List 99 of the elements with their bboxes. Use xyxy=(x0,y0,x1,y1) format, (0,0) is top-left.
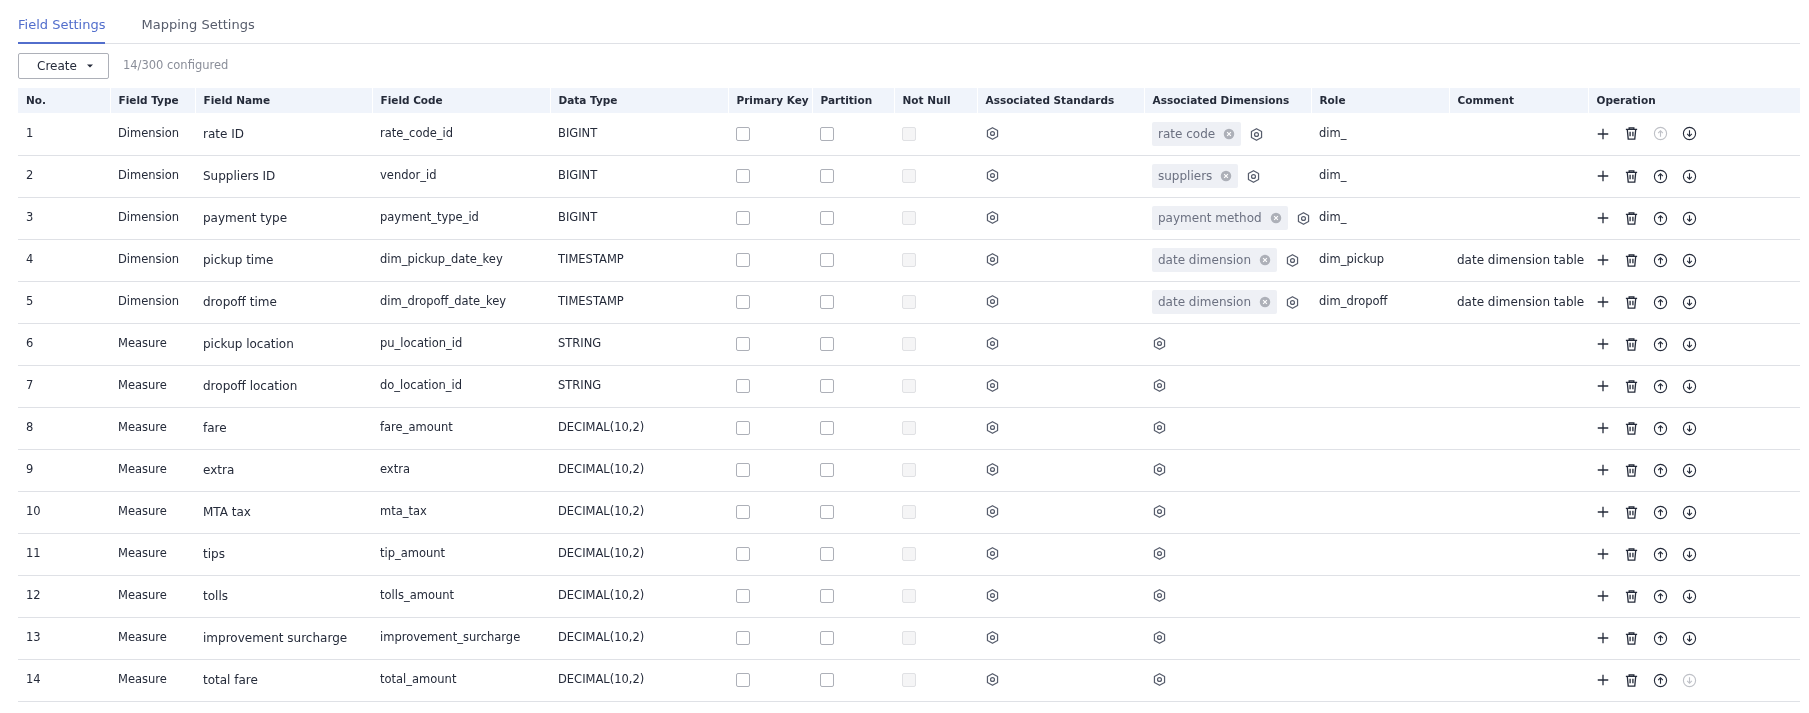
table-cell: pu_location_id xyxy=(372,323,550,365)
table-cell: 2 xyxy=(18,155,110,197)
table-cell: Dimension xyxy=(110,155,195,197)
table-cell: extra xyxy=(195,449,372,491)
table-cell: dim_ xyxy=(1311,113,1449,155)
table-cell: do_location_id xyxy=(372,365,550,407)
table-cell: 3 xyxy=(18,197,110,239)
table-cell: 13 xyxy=(18,617,110,659)
table-cell: pickup location xyxy=(195,323,372,365)
table-cell: mta_tax xyxy=(372,491,550,533)
table-cell: date dimension table xyxy=(1449,239,1588,281)
table-cell: BIGINT xyxy=(550,197,728,239)
table-cell: extra xyxy=(372,449,550,491)
table-cell: TIMESTAMP xyxy=(550,281,728,323)
column-header: Primary Key xyxy=(728,88,812,113)
table-cell: 4 xyxy=(18,239,110,281)
column-header: Associated Dimensions xyxy=(1144,88,1311,113)
table-cell: 5 xyxy=(18,281,110,323)
table-cell: 8 xyxy=(18,407,110,449)
table-cell: BIGINT xyxy=(550,113,728,155)
table-cell: dim_ xyxy=(1311,197,1449,239)
table-cell: fare_amount xyxy=(372,407,550,449)
table-cell: improvement surcharge xyxy=(195,617,372,659)
table-cell: dropoff time xyxy=(195,281,372,323)
table-cell: Measure xyxy=(110,449,195,491)
table-cell: dim_pickup_date_key xyxy=(372,239,550,281)
table-cell: DECIMAL(10,2) xyxy=(550,491,728,533)
table-cell: 6 xyxy=(18,323,110,365)
table-cell: DECIMAL(10,2) xyxy=(550,407,728,449)
table-cell: DECIMAL(10,2) xyxy=(550,449,728,491)
table-cell: date dimension table xyxy=(1449,281,1588,323)
table-cell: Dimension xyxy=(110,239,195,281)
column-header: Partition xyxy=(812,88,894,113)
column-header: Role xyxy=(1311,88,1449,113)
table-cell: total fare xyxy=(195,659,372,701)
table-cell: fare xyxy=(195,407,372,449)
column-header: Comment xyxy=(1449,88,1588,113)
column-header: Field Type xyxy=(110,88,195,113)
table-cell: dropoff location xyxy=(195,365,372,407)
table-cell: tolls xyxy=(195,575,372,617)
table-cell: dim_pickup xyxy=(1311,239,1449,281)
table-cell: tips xyxy=(195,533,372,575)
table-cell: Dimension xyxy=(110,113,195,155)
tab[interactable]: Field Settings xyxy=(18,8,106,44)
table-cell: TIMESTAMP xyxy=(550,239,728,281)
table-cell: tip_amount xyxy=(372,533,550,575)
table-cell: total_amount xyxy=(372,659,550,701)
table-cell: BIGINT xyxy=(550,155,728,197)
table-cell: Dimension xyxy=(110,281,195,323)
table-cell: rate ID xyxy=(195,113,372,155)
table-cell: Measure xyxy=(110,365,195,407)
column-header: Not Null xyxy=(894,88,977,113)
dimension-tag: date dimension xyxy=(1152,248,1278,272)
table-cell: 14 xyxy=(18,659,110,701)
column-header: No. xyxy=(18,88,110,113)
table-cell: dim_dropoff_date_key xyxy=(372,281,550,323)
dimension-tag: date dimension xyxy=(1152,290,1278,314)
table-cell: 11 xyxy=(18,533,110,575)
table-cell: 7 xyxy=(18,365,110,407)
dimension-tag: payment method xyxy=(1152,206,1288,230)
table-cell: Measure xyxy=(110,659,195,701)
table-cell: pickup time xyxy=(195,239,372,281)
table-cell: 12 xyxy=(18,575,110,617)
table-cell: Measure xyxy=(110,323,195,365)
column-header: Data Type xyxy=(550,88,728,113)
tab[interactable]: Mapping Settings xyxy=(141,8,255,44)
table-cell: 10 xyxy=(18,491,110,533)
table-cell: MTA tax xyxy=(195,491,372,533)
column-header: Operation xyxy=(1588,88,1800,113)
column-header: Field Code xyxy=(372,88,550,113)
table-cell: DECIMAL(10,2) xyxy=(550,617,728,659)
table-cell: Suppliers ID xyxy=(195,155,372,197)
table-cell: vendor_id xyxy=(372,155,550,197)
table-cell: DECIMAL(10,2) xyxy=(550,659,728,701)
table-cell: Measure xyxy=(110,617,195,659)
table-cell: Measure xyxy=(110,575,195,617)
table-cell: dim_dropoff xyxy=(1311,281,1449,323)
table-cell: dim_ xyxy=(1311,155,1449,197)
table-cell: STRING xyxy=(550,323,728,365)
table-cell: 1 xyxy=(18,113,110,155)
table-cell: Dimension xyxy=(110,197,195,239)
column-header: Associated Standards xyxy=(977,88,1144,113)
table-cell: Measure xyxy=(110,407,195,449)
table-cell: 9 xyxy=(18,449,110,491)
dimension-tag: suppliers xyxy=(1152,164,1239,188)
table-cell: improvement_surcharge xyxy=(372,617,550,659)
configured-count: 14/300 configured xyxy=(122,57,229,75)
table-cell: DECIMAL(10,2) xyxy=(550,575,728,617)
table-cell: rate_code_id xyxy=(372,113,550,155)
table-cell: Measure xyxy=(110,533,195,575)
dimension-tag: rate code xyxy=(1152,121,1242,146)
table-cell: payment type xyxy=(195,197,372,239)
table-cell: DECIMAL(10,2) xyxy=(550,533,728,575)
create-button[interactable]: Create xyxy=(18,53,109,79)
table-cell: STRING xyxy=(550,365,728,407)
table-cell: tolls_amount xyxy=(372,575,550,617)
column-header: Field Name xyxy=(195,88,372,113)
table-cell: Measure xyxy=(110,491,195,533)
table-cell: payment_type_id xyxy=(372,197,550,239)
